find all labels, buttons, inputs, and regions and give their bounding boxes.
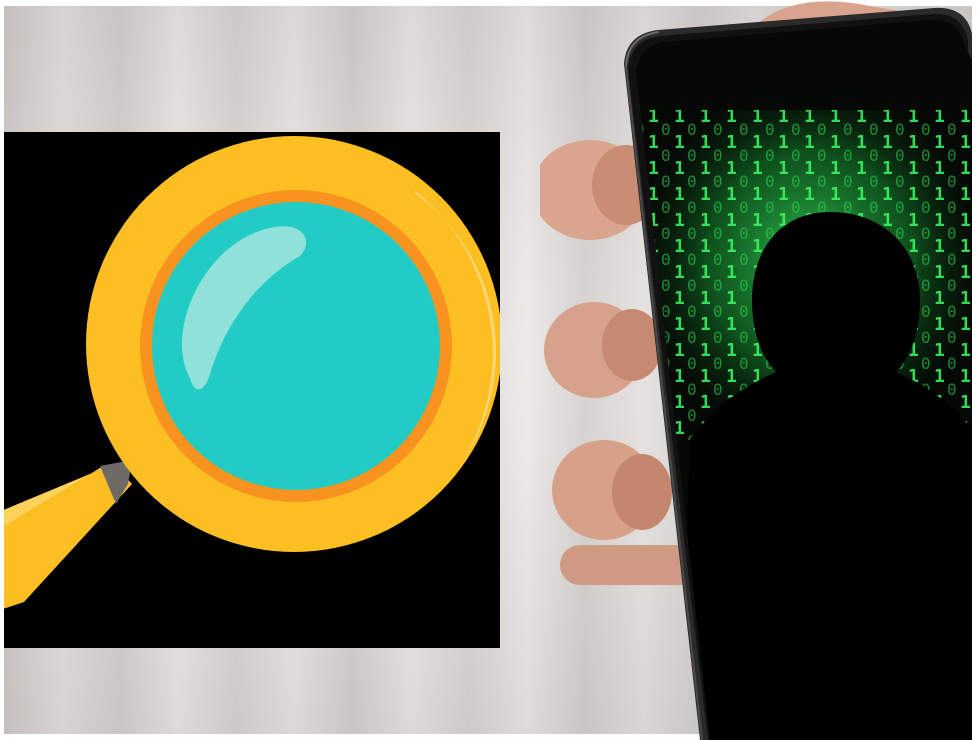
hacker-phone-photo: 1 0	[532, 0, 972, 740]
magnifying-glass-card	[0, 132, 502, 648]
handle-icon	[0, 460, 132, 610]
phone-screen	[636, 19, 972, 740]
magnifying-glass-icon	[0, 136, 502, 610]
image-frame: 1 0	[0, 0, 977, 740]
hooded-hacker-on-phone: 1 0	[532, 1, 972, 740]
